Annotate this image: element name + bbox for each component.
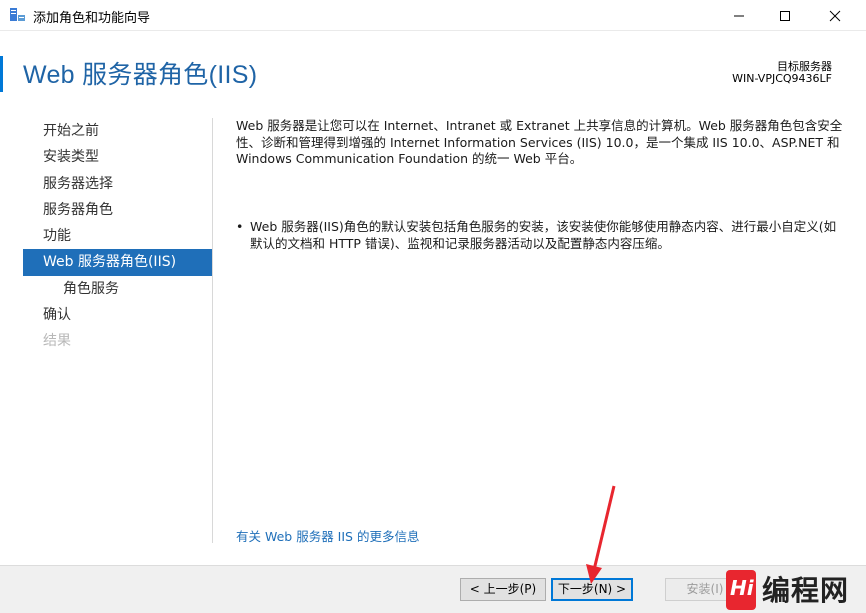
nav-item-confirmation[interactable]: 确认 xyxy=(23,302,212,328)
minimize-button[interactable] xyxy=(716,0,762,31)
watermark-mark: Hi xyxy=(726,570,756,610)
intro-paragraph: Web 服务器是让您可以在 Internet、Intranet 或 Extran… xyxy=(236,118,843,166)
minimize-icon xyxy=(734,15,744,16)
watermark-text: 编程网 xyxy=(762,574,850,607)
next-button[interactable]: 下一步(N) > xyxy=(551,578,633,601)
title-bar: 添加角色和功能向导 xyxy=(0,0,866,31)
bullet-icon: • xyxy=(236,219,244,234)
bullet-text: Web 服务器(IIS)角色的默认安装包括角色服务的安装，该安装使你能够使用静态… xyxy=(250,219,837,251)
maximize-button[interactable] xyxy=(762,0,808,31)
window-title: 添加角色和功能向导 xyxy=(33,11,151,26)
nav-item-web-server-role[interactable]: Web 服务器角色(IIS) xyxy=(23,249,212,276)
maximize-icon xyxy=(780,10,790,21)
watermark-logo: Hi 编程网 xyxy=(726,570,866,613)
nav-item-before-you-begin[interactable]: 开始之前 xyxy=(23,118,212,144)
nav-item-features[interactable]: 功能 xyxy=(23,223,212,249)
destination-server-name: WIN-VPJCQ9436LF xyxy=(732,72,832,85)
nav-item-role-services[interactable]: 角色服务 xyxy=(23,276,212,302)
close-icon xyxy=(829,10,841,21)
nav-divider xyxy=(212,118,213,543)
nav-item-server-roles[interactable]: 服务器角色 xyxy=(23,197,212,223)
nav-item-server-selection[interactable]: 服务器选择 xyxy=(23,171,212,197)
header-accent-bar xyxy=(0,56,3,92)
close-button[interactable] xyxy=(812,0,858,31)
previous-button[interactable]: < 上一步(P) xyxy=(460,578,546,601)
watermark-mark-text: Hi xyxy=(730,576,754,600)
server-manager-icon xyxy=(10,8,25,21)
default-install-bullet: • Web 服务器(IIS)角色的默认安装包括角色服务的安装，该安装使你能够使用… xyxy=(236,219,844,252)
wizard-nav: 开始之前 安装类型 服务器选择 服务器角色 功能 Web 服务器角色(IIS) … xyxy=(23,118,212,355)
nav-item-installation-type[interactable]: 安装类型 xyxy=(23,144,212,170)
nav-item-results: 结果 xyxy=(43,333,71,350)
more-info-link[interactable]: 有关 Web 服务器 IIS 的更多信息 xyxy=(236,526,419,545)
page-title: Web 服务器角色(IIS) xyxy=(23,61,258,89)
